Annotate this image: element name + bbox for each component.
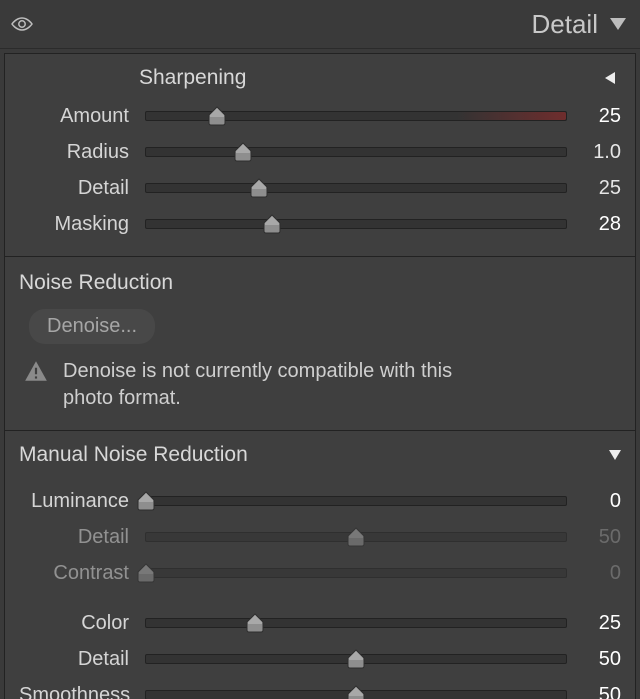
visibility-toggle-icon[interactable] — [10, 12, 34, 36]
sharpening-slider-value[interactable]: 25 — [575, 105, 621, 128]
manual-slider-value[interactable]: 0 — [575, 490, 621, 513]
manual-slider-row: Contrast 0 — [19, 555, 621, 591]
sharpening-slider-row: Amount 25 — [19, 98, 621, 134]
sharpening-slider-track[interactable] — [145, 147, 567, 157]
manual-slider-track[interactable] — [145, 654, 567, 664]
sharpening-slider-value[interactable]: 28 — [575, 213, 621, 236]
manual-slider-label: Detail — [19, 648, 137, 671]
sharpening-collapse-icon[interactable] — [605, 72, 615, 84]
manual-slider-track[interactable] — [145, 568, 567, 578]
slider-thumb-icon[interactable] — [245, 612, 265, 634]
sharpening-slider-row: Masking 28 — [19, 206, 621, 242]
manual-slider-value[interactable]: 25 — [575, 612, 621, 635]
sharpening-title: Sharpening — [139, 66, 246, 90]
manual-slider-label: Color — [19, 612, 137, 635]
manual-slider-label: Luminance — [19, 490, 137, 513]
manual-slider-value[interactable]: 0 — [575, 562, 621, 585]
manual-slider-track[interactable] — [145, 496, 567, 506]
denoise-warning-text: Denoise is not currently compatible with… — [63, 358, 483, 412]
manual-slider-label: Detail — [19, 526, 137, 549]
panel-collapse-icon[interactable] — [610, 18, 626, 30]
sharpening-slider-track[interactable] — [145, 111, 567, 121]
manual-slider-label: Smoothness — [19, 684, 137, 699]
manual-slider-row: Detail 50 — [19, 519, 621, 555]
denoise-button[interactable]: Denoise... — [29, 309, 155, 344]
sharpening-slider-label: Radius — [19, 141, 137, 164]
sharpening-slider-row: Radius 1.0 — [19, 134, 621, 170]
slider-thumb-icon[interactable] — [233, 141, 253, 163]
manual-noise-collapse-icon[interactable] — [609, 450, 621, 460]
noise-reduction-section: Noise Reduction Denoise... Denoise is no… — [5, 257, 635, 431]
manual-slider-row: Color 25 — [19, 605, 621, 641]
warning-icon — [23, 358, 49, 389]
manual-slider-row: Smoothness 50 — [19, 677, 621, 699]
sharpening-section: Sharpening Amount 25 Radius 1.0 Detail 25 Mask… — [5, 54, 635, 257]
sharpening-slider-track[interactable] — [145, 219, 567, 229]
slider-thumb-icon[interactable] — [136, 562, 156, 584]
panel-title: Detail — [532, 9, 598, 40]
panel-body: Sharpening Amount 25 Radius 1.0 Detail 25 Mask… — [4, 53, 636, 699]
slider-thumb-icon[interactable] — [249, 177, 269, 199]
slider-thumb-icon[interactable] — [346, 648, 366, 670]
denoise-warning: Denoise is not currently compatible with… — [19, 358, 621, 412]
manual-slider-row: Detail 50 — [19, 641, 621, 677]
manual-slider-track[interactable] — [145, 690, 567, 699]
manual-slider-track[interactable] — [145, 532, 567, 542]
slider-thumb-icon[interactable] — [136, 490, 156, 512]
sharpening-slider-track[interactable] — [145, 183, 567, 193]
slider-thumb-icon[interactable] — [207, 105, 227, 127]
manual-slider-value[interactable]: 50 — [575, 526, 621, 549]
panel-header: Detail — [0, 0, 640, 49]
sharpening-slider-value[interactable]: 1.0 — [575, 141, 621, 164]
slider-thumb-icon[interactable] — [262, 213, 282, 235]
manual-slider-value[interactable]: 50 — [575, 648, 621, 671]
sharpening-slider-label: Masking — [19, 213, 137, 236]
manual-slider-label: Contrast — [19, 562, 137, 585]
manual-noise-title: Manual Noise Reduction — [19, 443, 248, 467]
manual-slider-value[interactable]: 50 — [575, 684, 621, 699]
sharpening-slider-label: Amount — [19, 105, 137, 128]
slider-thumb-icon[interactable] — [346, 526, 366, 548]
sharpening-slider-value[interactable]: 25 — [575, 177, 621, 200]
sharpening-slider-label: Detail — [19, 177, 137, 200]
manual-noise-section: Manual Noise Reduction Luminance 0 Detail 5… — [5, 431, 635, 699]
noise-reduction-title: Noise Reduction — [19, 271, 621, 295]
sharpening-slider-row: Detail 25 — [19, 170, 621, 206]
manual-slider-track[interactable] — [145, 618, 567, 628]
slider-thumb-icon[interactable] — [346, 684, 366, 699]
manual-slider-row: Luminance 0 — [19, 483, 621, 519]
